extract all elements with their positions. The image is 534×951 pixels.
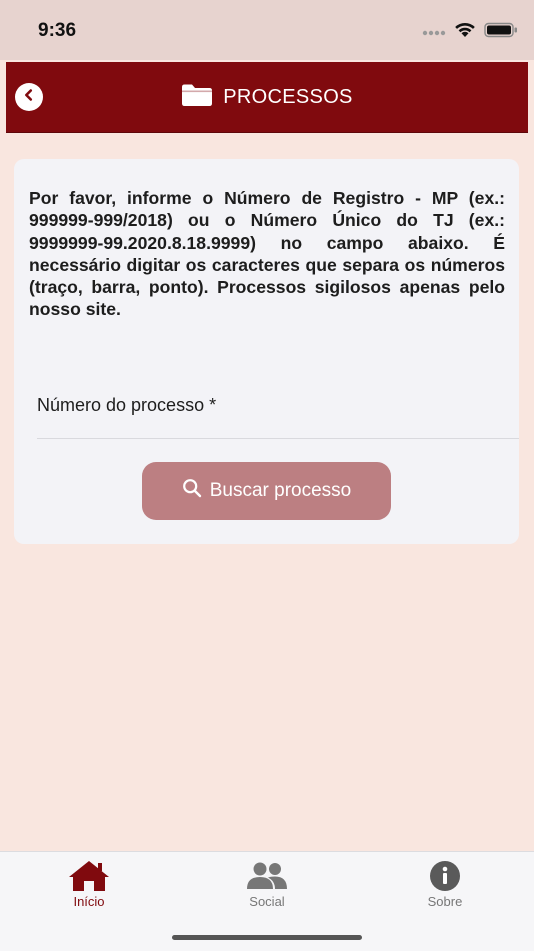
battery-icon — [484, 22, 518, 43]
search-icon — [182, 478, 202, 504]
status-bar: 9:36 — [0, 0, 534, 60]
home-icon — [68, 860, 110, 892]
process-number-field[interactable]: Número do processo * — [37, 395, 216, 416]
people-icon — [246, 860, 288, 892]
search-button-label: Buscar processo — [209, 480, 352, 501]
tab-label-sobre: Sobre — [427, 894, 463, 909]
tab-label-inicio: Início — [73, 894, 105, 909]
tab-social[interactable]: Social — [207, 852, 327, 922]
wifi-icon — [454, 22, 476, 43]
tab-inicio[interactable]: Início — [29, 852, 149, 922]
tab-sobre[interactable]: Sobre — [385, 852, 505, 922]
info-icon — [429, 860, 461, 892]
header-title-group: PROCESSOS — [6, 62, 528, 132]
search-process-button[interactable]: Buscar processo — [142, 462, 391, 520]
folder-icon — [181, 83, 213, 112]
page-title: PROCESSOS — [223, 85, 353, 108]
signal-icon — [422, 23, 446, 41]
search-card: Por favor, informe o Número de Registro … — [14, 159, 519, 544]
header-bar: PROCESSOS — [6, 62, 528, 133]
tab-label-social: Social — [249, 894, 285, 909]
instructions-text: Por favor, informe o Número de Registro … — [29, 188, 505, 320]
home-indicator — [172, 935, 362, 940]
field-underline — [37, 438, 519, 439]
status-time: 9:36 — [38, 20, 77, 41]
status-icons — [422, 22, 518, 42]
